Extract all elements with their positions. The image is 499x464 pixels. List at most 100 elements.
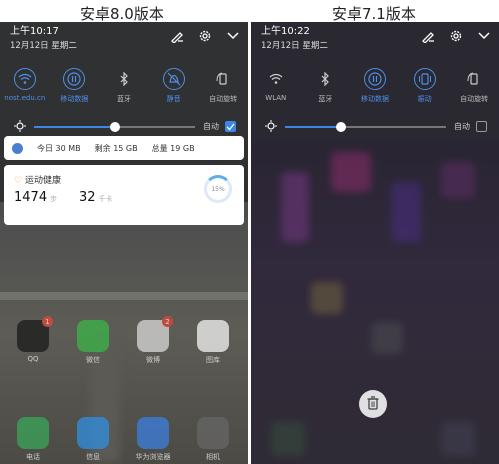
app-icon-image [77, 417, 109, 449]
android8-screen: 1 QQ 微信 2 微博 图库 电话 信息 华为浏览器 相机 上午10:17 12月12日 星期… [0, 22, 248, 464]
mobile-data-icon [63, 68, 86, 90]
quick-settings-toggles: nost.edu.cn 移动数据 蓝牙 静音 自动旋转 [0, 68, 248, 104]
blurred-app [271, 422, 305, 456]
toggle-rotate[interactable]: 自动旋转 [450, 68, 498, 104]
toggle-label: 自动旋转 [209, 95, 238, 103]
rotate-icon [212, 68, 234, 90]
gear-icon[interactable] [198, 28, 212, 47]
header-actions [170, 28, 240, 47]
edit-icon[interactable] [421, 28, 435, 47]
auto-brightness-checkbox[interactable] [476, 121, 487, 132]
blurred-app [441, 422, 475, 456]
vibrate-icon [413, 68, 436, 90]
toggle-label: nost.edu.cn [4, 94, 46, 102]
blurred-app [281, 172, 309, 242]
comparison-figure: 安卓8.0版本 安卓7.1版本 1 QQ 微信 2 微博 图库 电话 信息 华为浏览器 相机 上… [0, 0, 499, 464]
app-icon-0[interactable]: 电话 [14, 417, 52, 462]
notification-shade: 上午10:22 12月12日 星期二 WLAN 蓝牙 移动数据 振动 自动旋转 自动 [251, 22, 499, 140]
toggle-label: 蓝牙 [318, 95, 333, 103]
health-card[interactable]: ♡ 运动健康 1474 步 32 千卡 15% [4, 165, 244, 225]
toggle-vibrate[interactable]: 振动 [401, 68, 449, 104]
status-date: 12月12日 星期二 [261, 41, 328, 51]
brightness-slider-handle[interactable] [109, 121, 120, 132]
toggle-label: 移动数据 [60, 95, 89, 103]
mute-icon [162, 68, 185, 90]
toggle-label: WLAN [265, 94, 287, 102]
toggle-label: 振动 [417, 95, 432, 103]
toggle-mobile-data[interactable]: 移动数据 [351, 68, 399, 104]
auto-brightness-label: 自动 [203, 122, 219, 131]
blurred-app [311, 282, 343, 314]
blurred-app [441, 162, 475, 198]
mobile-data-icon [363, 68, 386, 90]
toggle-label: 静音 [166, 95, 181, 103]
brightness-slider-handle[interactable] [336, 121, 347, 132]
brightness-row: 自动 [14, 117, 236, 136]
notification-badge: 1 [42, 316, 53, 327]
toggle-label: 蓝牙 [116, 95, 131, 103]
chevron-down-icon[interactable] [226, 28, 240, 47]
android7-screen: 上午10:22 12月12日 星期二 WLAN 蓝牙 移动数据 振动 自动旋转 自动 [251, 22, 499, 464]
wifi-icon [13, 68, 36, 90]
blurred-app [391, 182, 421, 242]
toggle-bluetooth[interactable]: 蓝牙 [100, 68, 148, 104]
toggle-mobile-data[interactable]: 移动数据 [50, 68, 98, 104]
toggle-wifi[interactable]: WLAN [252, 68, 300, 104]
toggle-label: 移动数据 [360, 95, 389, 103]
toggle-wifi[interactable]: nost.edu.cn [1, 68, 49, 104]
app-icon-2[interactable]: 华为浏览器 [134, 417, 172, 462]
brightness-slider[interactable] [34, 121, 195, 132]
trash-icon [367, 395, 379, 414]
health-title: ♡ 运动健康 [14, 176, 61, 186]
bluetooth-icon [113, 68, 135, 90]
app-icon-image [17, 417, 49, 449]
quick-settings-toggles: WLAN 蓝牙 移动数据 振动 自动旋转 [251, 68, 499, 104]
edit-icon[interactable] [170, 28, 184, 47]
app-label: QQ [27, 355, 39, 363]
status-date: 12月12日 星期二 [10, 41, 77, 51]
clear-recents-button[interactable] [359, 390, 387, 418]
app-label: 信息 [86, 453, 100, 461]
app-label: 电话 [26, 453, 40, 461]
brightness-row: 自动 [265, 117, 487, 136]
app-icon-3[interactable]: 相机 [194, 417, 232, 462]
auto-brightness-label: 自动 [454, 122, 470, 131]
rotate-icon [463, 68, 485, 90]
app-icon-1[interactable]: 信息 [74, 417, 112, 462]
app-icon-3[interactable]: 图库 [194, 320, 232, 365]
shelf [0, 292, 248, 300]
health-steps: 1474 步 [14, 190, 58, 205]
app-label: 华为浏览器 [135, 453, 171, 461]
app-label: 微信 [86, 356, 100, 364]
app-label: 微博 [146, 356, 160, 364]
app-icon-image [197, 320, 229, 352]
app-icon-image [137, 417, 169, 449]
data-remaining: 剩余 15 GB [94, 143, 138, 153]
toggle-mute[interactable]: 静音 [150, 68, 198, 104]
data-today: 今日 30 MB [37, 143, 81, 153]
app-icon-image [197, 417, 229, 449]
chevron-down-icon[interactable] [477, 28, 491, 47]
notification-badge: 2 [162, 316, 173, 327]
health-calories: 32 千卡 [79, 190, 113, 205]
gear-icon[interactable] [449, 28, 463, 47]
status-time: 上午10:22 [261, 26, 310, 37]
health-progress-ring: 15% [204, 175, 232, 203]
wifi-icon [265, 68, 287, 90]
brightness-slider[interactable] [285, 121, 446, 132]
caption-android7: 安卓7.1版本 [332, 5, 416, 23]
heart-icon: ♡ [14, 176, 23, 186]
app-icon-image: 2 [137, 316, 173, 352]
header-actions [421, 28, 491, 47]
toggle-bluetooth[interactable]: 蓝牙 [301, 68, 349, 104]
auto-brightness-checkbox[interactable] [225, 121, 236, 132]
data-total: 总量 19 GB [151, 143, 195, 153]
brightness-icon [265, 117, 277, 136]
bluetooth-icon [314, 68, 336, 90]
app-icon-1[interactable]: 微信 [74, 320, 112, 365]
app-icon-2[interactable]: 2 微博 [134, 316, 173, 365]
data-usage-card[interactable]: 今日 30 MB 剩余 15 GB 总量 19 GB [4, 136, 244, 160]
app-icon-0[interactable]: 1 QQ [14, 316, 53, 363]
blurred-app [331, 152, 371, 192]
toggle-rotate[interactable]: 自动旋转 [199, 68, 247, 104]
